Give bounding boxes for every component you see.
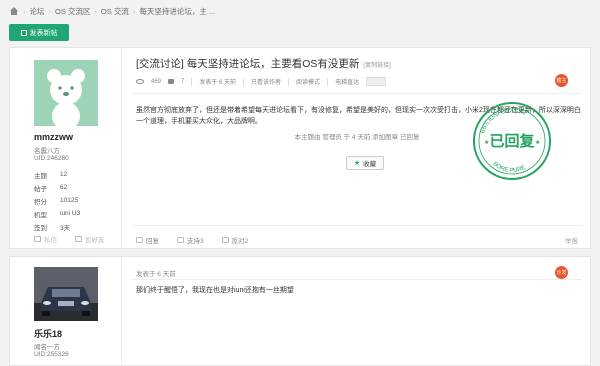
new-post-label: 发表新帖 [29, 29, 58, 37]
avatar[interactable] [34, 267, 98, 321]
oppose-button[interactable]: 反对2 [221, 235, 249, 245]
stat-row: 帖子 62 [34, 181, 114, 194]
author-stats: 主题 12 帖子 62 积分 10125 机型 iuni U3 签到 3天 [34, 168, 114, 233]
svg-text:BORE PURE: BORE PURE [492, 161, 527, 174]
divider [132, 279, 582, 280]
author-uid: UID:255326 [34, 351, 69, 358]
breadcrumb-item-current[interactable]: 每天坚持进论坛，主 ... [139, 6, 215, 17]
breadcrumb-item-forum[interactable]: 论坛 [30, 6, 45, 17]
message-label: 私信 [44, 237, 57, 244]
floor-badge: 楼主 [555, 74, 568, 87]
eye-icon [136, 79, 144, 84]
favorite-button[interactable]: ★ 收藏 [346, 156, 384, 170]
stat-row: 主题 12 [34, 168, 114, 181]
author-uid: UID:246280 [34, 155, 69, 162]
home-icon[interactable] [9, 7, 19, 16]
reply-count: 7 [181, 78, 185, 85]
divider [243, 77, 245, 86]
breadcrumb-separator: › [132, 7, 136, 16]
favorite-label: 收藏 [363, 161, 377, 168]
author-actions: 私信 加好友 [34, 234, 105, 244]
new-post-button[interactable]: 发表新帖 [9, 24, 69, 41]
svg-text:★: ★ [535, 139, 540, 146]
svg-text:★: ★ [484, 139, 489, 146]
reply-icon [136, 237, 143, 243]
author-only-link[interactable]: 只看该作者 [251, 77, 281, 86]
divider [132, 225, 582, 226]
author-group: 名震八方 [34, 148, 60, 155]
breadcrumb-separator: › [48, 7, 52, 16]
stat-value: 10125 [60, 197, 79, 204]
post-time: 发表于 6 天前 [136, 271, 176, 278]
author-group: 闻名一方 [34, 344, 60, 351]
reply-button[interactable]: 回复 [136, 235, 159, 245]
message-button[interactable]: 私信 [34, 234, 57, 244]
thumbs-down-icon [221, 237, 229, 243]
oppose-label: 反对2 [231, 238, 249, 245]
author-name[interactable]: mmzzww [34, 132, 73, 142]
replied-stamp-icon: BBS.IUNI OS.COM 已回复 BORE PURE ★ ★ [473, 102, 551, 180]
divider [288, 77, 290, 86]
breadcrumb-separator: › [23, 7, 26, 16]
author-panel: mmzzww 名震八方 UID:246280 主题 12 帖子 62 积分 10125… [10, 48, 122, 248]
stat-key: 积分 [34, 198, 47, 206]
add-friend-label: 加好友 [85, 237, 105, 244]
post-first: mmzzww 名震八方 UID:246280 主题 12 帖子 62 积分 10125… [9, 47, 591, 249]
stat-row: 签到 3天 [34, 220, 114, 233]
post-reply: 乐乐18 闻名一方 UID:255326 发表于 6 天前 沙发 那们终于醒悟了… [9, 256, 591, 366]
floor-badge: 沙发 [555, 266, 568, 279]
copy-link-button[interactable]: [复制链接] [363, 63, 390, 69]
post-time: 发表于 6 天前 [199, 80, 237, 86]
comment-icon [168, 79, 175, 84]
avatar[interactable] [34, 60, 98, 126]
reply-label: 回复 [146, 238, 159, 245]
author-name[interactable]: 乐乐18 [34, 327, 62, 340]
stat-row: 机型 iuni U3 [34, 207, 114, 220]
pen-icon [20, 29, 27, 36]
top-bar: › 论坛 › OS 交流区 › OS 交流 › 每天坚持进论坛，主 ... [0, 0, 600, 22]
view-count: 469 [151, 78, 162, 85]
thumbs-up-icon [177, 237, 184, 243]
car-avatar-icon [34, 267, 98, 321]
breadcrumb: › 论坛 › OS 交流区 › OS 交流 › 每天坚持进论坛，主 ... [9, 6, 215, 17]
add-friend-button[interactable]: 加好友 [75, 234, 105, 244]
reading-mode-link[interactable]: 阅读模式 [296, 77, 320, 86]
support-label: 支持3 [187, 238, 204, 245]
divider [191, 77, 193, 86]
stat-key: 主题 [34, 172, 47, 180]
breadcrumb-item-os-area[interactable]: OS 交流区 [55, 6, 90, 17]
stat-value[interactable]: 62 [60, 184, 67, 191]
post-main: 发表于 6 天前 沙发 那们终于醒悟了，我现在也是对iuni还抱有一丝期望 [132, 257, 582, 365]
breadcrumb-item-os-exchange[interactable]: OS 交流 [101, 6, 129, 17]
elevator-label: 电梯直达 [335, 80, 360, 86]
add-friend-icon [75, 236, 82, 242]
divider [132, 93, 582, 94]
post-meta: 469 7 发表于 6 天前 只看该作者 阅读模式 电梯直达 [136, 77, 387, 86]
author-panel: 乐乐18 闻名一方 UID:255326 [10, 257, 122, 365]
post-actions: 回复 支持3 反对2 [136, 235, 248, 245]
post-content: 那们终于醒悟了，我现在也是对iuni还抱有一丝期望 [136, 287, 294, 294]
stat-key: 帖子 [34, 185, 47, 193]
star-icon: ★ [353, 160, 361, 167]
mail-icon [34, 236, 41, 242]
thread-title: [交流讨论] 每天坚持进论坛，主要看OS有没更新 [复制链接] [136, 56, 391, 71]
svg-text:已回复: 已回复 [489, 132, 535, 150]
stat-value[interactable]: 12 [60, 171, 67, 178]
breadcrumb-separator: › [94, 7, 97, 16]
support-button[interactable]: 支持3 [177, 235, 204, 245]
stat-key: 签到 [34, 224, 47, 232]
stat-value: 3天 [60, 224, 71, 232]
divider [327, 77, 329, 86]
thread-title-text: [交流讨论] 每天坚持进论坛，主要看OS有没更新 [136, 58, 360, 70]
report-link[interactable]: 举报 [565, 235, 578, 245]
stat-value: iuni U3 [60, 210, 81, 217]
post-meta: 发表于 6 天前 [136, 268, 176, 278]
floor-jump-input[interactable] [366, 77, 387, 86]
stat-key: 机型 [34, 211, 47, 219]
stat-row: 积分 10125 [34, 194, 114, 207]
bear-avatar-icon [47, 69, 85, 126]
